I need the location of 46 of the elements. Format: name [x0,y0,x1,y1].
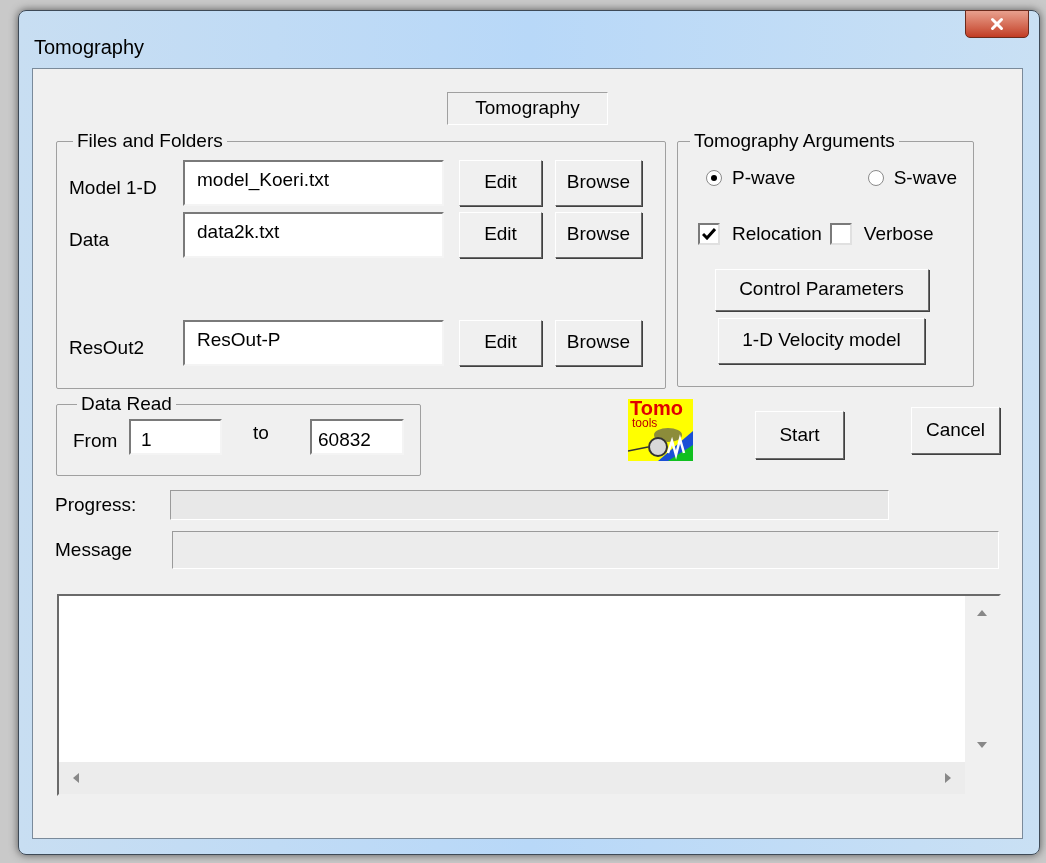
edit-button[interactable]: Edit [459,159,542,206]
checkbox[interactable] [698,223,720,246]
logo-drawing [628,425,693,461]
scroll-down-icon[interactable] [977,742,987,748]
message-label: Message [55,537,134,562]
edit-button[interactable]: Edit [459,319,542,366]
browse-button[interactable]: Browse [555,159,642,206]
scroll-right-icon[interactable] [945,773,951,783]
edit-button[interactable]: Edit [459,211,542,258]
logo-subtitle: tools [631,417,659,429]
path-field[interactable]: data2k.txt [183,211,444,258]
radio-button[interactable] [867,169,884,186]
scroll-up-icon[interactable] [977,610,987,616]
radio-label: S-wave [893,165,957,190]
to-field[interactable]: 60832 [310,418,404,455]
cancel-button[interactable]: Cancel [911,407,1000,454]
checkbox-label: Relocation [732,222,822,246]
field-label: ResOut2 [69,336,145,361]
velocity-model-button[interactable]: 1-D Velocity model [718,317,925,364]
to-label: to [253,420,270,445]
field-label: Data [69,228,111,253]
checkmark-icon [702,228,716,241]
close-icon [988,15,1006,33]
group-title: Data Read [80,392,173,416]
start-button[interactable]: Start [755,411,844,459]
control-parameters-button[interactable]: Control Parameters [714,268,929,311]
radio-label: P-wave [732,165,796,190]
field-label: Model 1-D [69,176,158,201]
horizontal-scrollbar[interactable] [59,762,965,794]
group-title: Files and Folders [76,129,224,153]
scroll-left-icon[interactable] [73,773,79,783]
group-title: Tomography Arguments [693,129,896,153]
path-field[interactable]: ResOut-P [183,319,444,366]
window-title: Tomography [34,37,145,57]
checkbox-label: Verbose [863,222,934,246]
from-field[interactable]: 1 [129,418,222,455]
radio-button[interactable] [706,169,722,186]
progress-label: Progress: [55,492,138,517]
checkbox[interactable] [829,223,852,246]
browse-button[interactable]: Browse [555,211,642,258]
logo-title: Tomo [629,399,684,417]
browse-button[interactable]: Browse [555,319,642,366]
close-button[interactable] [965,10,1029,38]
path-field[interactable]: model_Koeri.txt [183,159,444,206]
tab[interactable]: Tomography [447,92,608,125]
from-label: From [73,428,119,453]
